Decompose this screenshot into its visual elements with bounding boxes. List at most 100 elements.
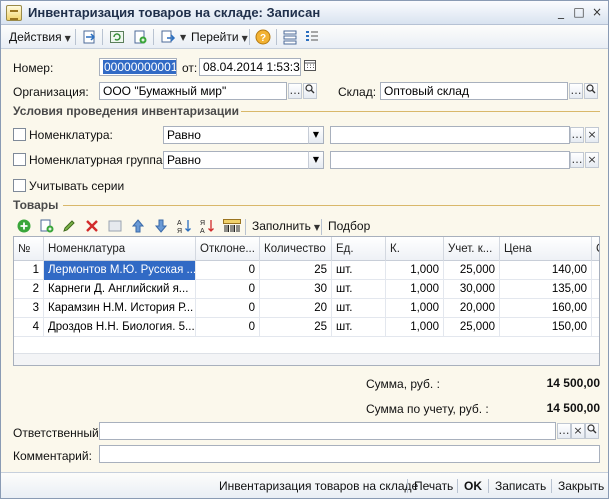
accounting-qty-cell[interactable]: 20,000 — [444, 299, 500, 318]
select-organization-button[interactable]: … — [288, 83, 302, 99]
nomenclature-checkbox[interactable] — [13, 128, 26, 141]
column-header-accounting-qty[interactable]: Учет. к... — [444, 237, 500, 261]
number-field[interactable]: 00000000001 — [99, 58, 177, 76]
date-field[interactable]: 08.04.2014 1:53:37 — [199, 58, 301, 76]
delete-row-icon[interactable] — [84, 218, 100, 234]
comment-field[interactable] — [99, 445, 600, 463]
coefficient-cell[interactable]: 1,000 — [386, 280, 444, 299]
coefficient-cell[interactable]: 1,000 — [386, 318, 444, 337]
chevron-down-icon[interactable]: ▼ — [308, 126, 324, 144]
horizontal-scrollbar[interactable] — [14, 353, 599, 365]
table-row[interactable]: 1 Лермонтов М.Ю. Русская ... 0 25 шт. 1,… — [14, 261, 599, 280]
column-header-coefficient[interactable]: К. — [386, 237, 444, 261]
nomenclature-cell[interactable]: Дроздов Н.Н. Биология. 5... — [44, 318, 196, 337]
column-header-unit[interactable]: Ед. — [332, 237, 386, 261]
list-settings-icon[interactable] — [304, 29, 320, 45]
select-button[interactable]: Подбор — [328, 217, 370, 235]
structure-icon[interactable] — [282, 29, 298, 45]
search-icon[interactable] — [584, 83, 598, 99]
post-document-icon[interactable] — [82, 29, 98, 45]
column-header-number[interactable]: № — [14, 237, 44, 261]
column-header-nomenclature[interactable]: Номенклатура — [44, 237, 196, 261]
end-edit-icon[interactable] — [107, 218, 123, 234]
select-responsible-button[interactable]: … — [557, 423, 571, 439]
table-row[interactable]: 3 Карамзин Н.М. История Р... 0 20 шт. 1,… — [14, 299, 599, 318]
clear-icon[interactable]: × — [585, 152, 599, 168]
column-header-quantity[interactable]: Количество — [260, 237, 332, 261]
accounting-qty-cell[interactable]: 25,000 — [444, 261, 500, 280]
maximize-button[interactable]: □ — [571, 5, 587, 21]
add-row-icon[interactable] — [16, 218, 32, 234]
coefficient-cell[interactable]: 1,000 — [386, 261, 444, 280]
close-button[interactable]: Закрыть — [558, 478, 604, 494]
print-button[interactable]: Печать — [414, 478, 453, 494]
price-cell[interactable]: 140,00 — [500, 261, 592, 280]
refresh-icon[interactable] — [109, 29, 125, 45]
series-checkbox[interactable] — [13, 179, 26, 192]
barcode-icon[interactable] — [223, 218, 241, 234]
organization-field[interactable]: ООО "Бумажный мир" — [99, 82, 287, 100]
arrow-down-icon[interactable] — [153, 218, 169, 234]
fill-menu[interactable]: Заполнить ▼ — [252, 217, 320, 235]
search-icon[interactable] — [303, 83, 317, 99]
price-cell[interactable]: 135,00 — [500, 280, 592, 299]
column-header-sum[interactable]: С — [592, 237, 599, 261]
quantity-cell[interactable]: 20 — [260, 299, 332, 318]
chevron-down-icon[interactable]: ▼ — [308, 151, 324, 169]
calendar-icon[interactable] — [303, 59, 317, 75]
select-warehouse-button[interactable]: … — [569, 83, 583, 99]
price-cell[interactable]: 150,00 — [500, 318, 592, 337]
actions-menu[interactable]: Действия ▼ — [9, 28, 71, 46]
nomenclature-cell[interactable]: Лермонтов М.Ю. Русская ... — [44, 261, 196, 280]
goods-table[interactable]: № Номенклатура Отклоне... Количество Ед.… — [13, 236, 600, 366]
deviation-cell[interactable]: 0 — [196, 318, 260, 337]
document-print-form-button[interactable]: Инвентаризация товаров на складе — [219, 478, 418, 494]
accounting-qty-cell[interactable]: 30,000 — [444, 280, 500, 299]
select-group-button[interactable]: … — [570, 152, 584, 168]
clear-icon[interactable]: × — [571, 423, 585, 439]
table-row[interactable]: 2 Карнеги Д. Английский я... 0 30 шт. 1,… — [14, 280, 599, 299]
nomenclature-cell[interactable]: Карнеги Д. Английский я... — [44, 280, 196, 299]
save-button[interactable]: Записать — [495, 478, 546, 494]
help-icon[interactable]: ? — [255, 29, 271, 45]
copy-row-icon[interactable] — [39, 218, 55, 234]
group-mode-select[interactable]: Равно — [163, 151, 309, 169]
nomenclature-mode-select[interactable]: Равно — [163, 126, 309, 144]
chevron-down-icon[interactable]: ▼ — [180, 33, 186, 42]
column-header-deviation[interactable]: Отклоне... — [196, 237, 260, 261]
nomenclature-cell[interactable]: Карамзин Н.М. История Р... — [44, 299, 196, 318]
edit-row-icon[interactable] — [61, 218, 77, 234]
based-on-icon[interactable] — [160, 29, 176, 45]
close-window-button[interactable]: × — [589, 5, 605, 21]
deviation-cell[interactable]: 0 — [196, 299, 260, 318]
deviation-cell[interactable]: 0 — [196, 280, 260, 299]
coefficient-cell[interactable]: 1,000 — [386, 299, 444, 318]
unit-cell[interactable]: шт. — [332, 318, 386, 337]
group-value-field[interactable] — [330, 151, 570, 169]
quantity-cell[interactable]: 25 — [260, 261, 332, 280]
group-checkbox[interactable] — [13, 153, 26, 166]
unit-cell[interactable]: шт. — [332, 299, 386, 318]
nomenclature-value-field[interactable] — [330, 126, 570, 144]
clear-icon[interactable]: × — [585, 127, 599, 143]
ok-button[interactable]: OK — [464, 478, 482, 494]
unit-cell[interactable]: шт. — [332, 261, 386, 280]
quantity-cell[interactable]: 25 — [260, 318, 332, 337]
warehouse-field[interactable]: Оптовый склад — [380, 82, 568, 100]
search-icon[interactable] — [585, 423, 599, 439]
goto-menu[interactable]: Перейти ▼ — [191, 28, 248, 46]
responsible-field[interactable] — [99, 422, 556, 440]
minimize-button[interactable]: _ — [553, 5, 569, 21]
deviation-cell[interactable]: 0 — [196, 261, 260, 280]
copy-document-icon[interactable] — [132, 29, 148, 45]
sort-ascending-icon[interactable]: AЯ — [176, 218, 192, 235]
column-header-price[interactable]: Цена — [500, 237, 592, 261]
price-cell[interactable]: 160,00 — [500, 299, 592, 318]
accounting-qty-cell[interactable]: 25,000 — [444, 318, 500, 337]
arrow-up-icon[interactable] — [130, 218, 146, 234]
sort-descending-icon[interactable]: ЯA — [199, 218, 215, 235]
table-row[interactable]: 4 Дроздов Н.Н. Биология. 5... 0 25 шт. 1… — [14, 318, 599, 337]
select-nomenclature-button[interactable]: … — [570, 127, 584, 143]
unit-cell[interactable]: шт. — [332, 280, 386, 299]
quantity-cell[interactable]: 30 — [260, 280, 332, 299]
